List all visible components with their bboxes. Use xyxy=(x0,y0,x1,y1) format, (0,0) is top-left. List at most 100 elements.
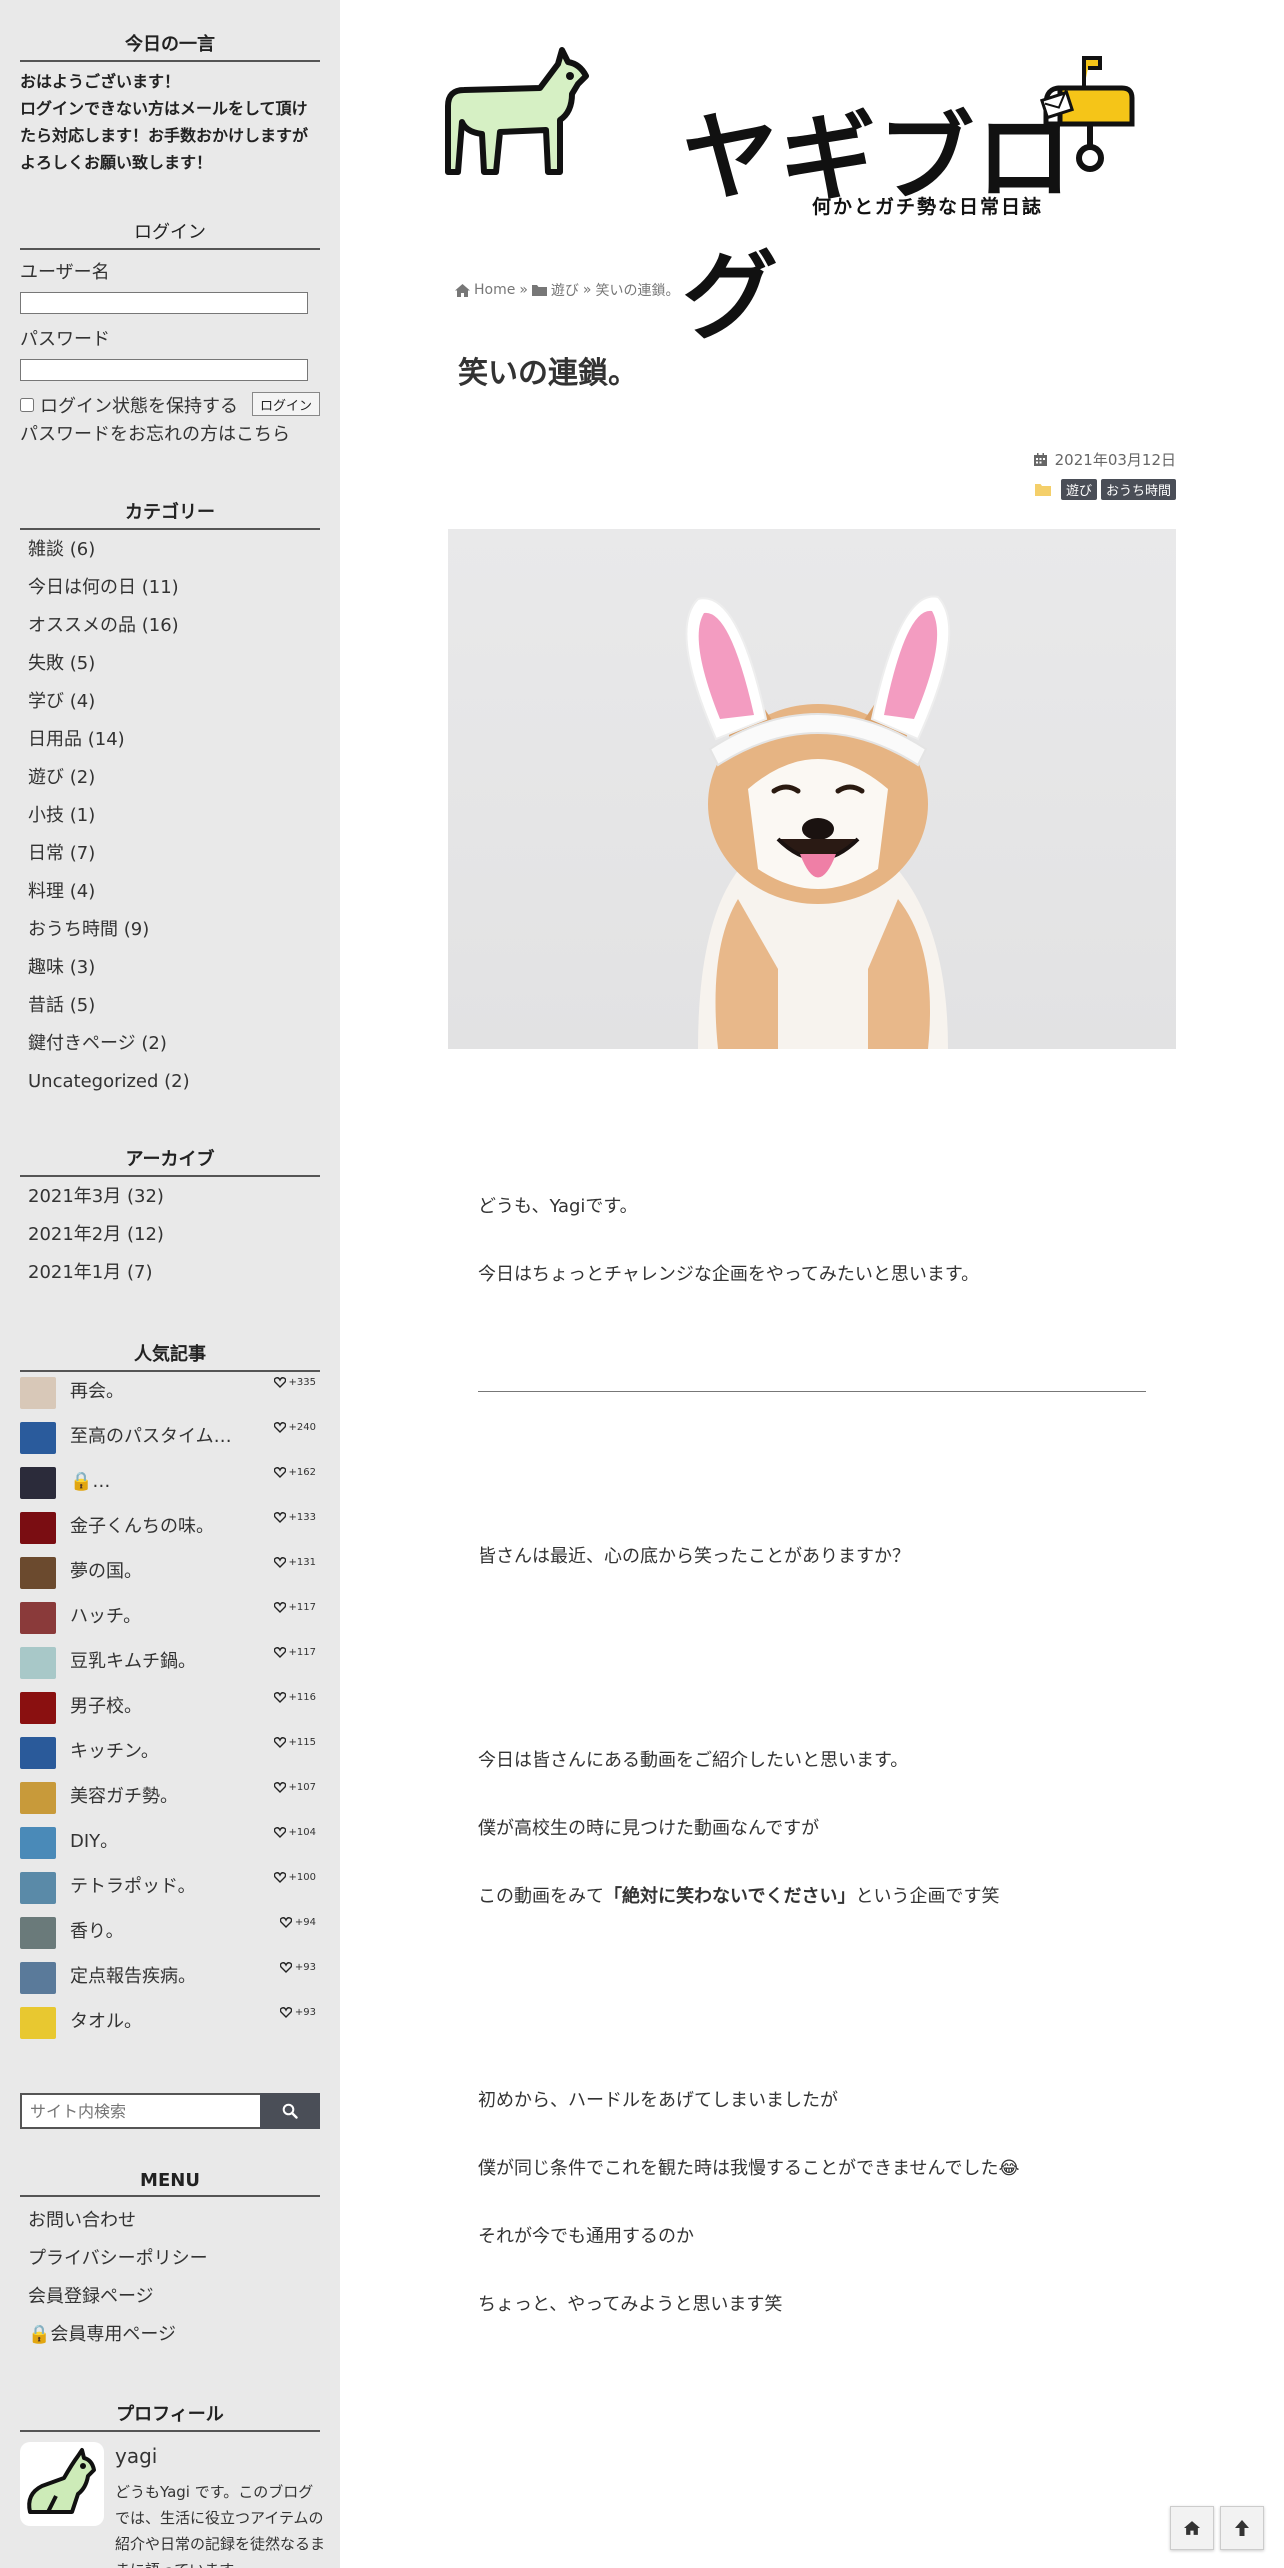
popular-thumbnail[interactable] xyxy=(20,1647,56,1679)
popular-title[interactable]: 金子くんちの味。 xyxy=(70,1512,250,1542)
password-input[interactable] xyxy=(20,359,308,381)
category-item[interactable]: 遊び (2) xyxy=(28,765,320,803)
scroll-top-button[interactable] xyxy=(1220,2506,1264,2550)
popular-item[interactable]: タオル。 +93 xyxy=(20,2007,320,2052)
popular-item[interactable]: テトラポッド。 +100 xyxy=(20,1872,320,1917)
popular-title[interactable]: テトラポッド。 xyxy=(70,1872,250,1902)
archive-item[interactable]: 2021年2月 (12) xyxy=(28,1222,320,1260)
menu-item-register[interactable]: 会員登録ページ xyxy=(28,2284,320,2322)
popular-item[interactable]: キッチン。 +115 xyxy=(20,1737,320,1782)
popular-thumbnail[interactable] xyxy=(20,1512,56,1544)
popular-thumbnail[interactable] xyxy=(20,1602,56,1634)
popular-item[interactable]: 至高のパスタイム… +240 xyxy=(20,1422,320,1467)
popular-title[interactable]: DIY。 xyxy=(70,1827,250,1857)
category-item[interactable]: 失敗 (5) xyxy=(28,651,320,689)
popular-title[interactable]: 香り。 xyxy=(70,1917,250,1947)
category-item[interactable]: 日常 (7) xyxy=(28,841,320,879)
popular-item[interactable]: 再会。 +335 xyxy=(20,1377,320,1422)
category-item[interactable]: Uncategorized (2) xyxy=(28,1069,320,1107)
post-tags: 遊び おうち時間 xyxy=(1034,479,1176,500)
greeting-line: ログインできない方はメールをして頂け xyxy=(20,99,308,118)
login-button[interactable]: ログイン xyxy=(252,392,320,416)
sidebar: 今日の一言 おはようございます！ ログインできない方はメールをして頂け たら対応… xyxy=(0,0,340,2568)
archive-item[interactable]: 2021年3月 (32) xyxy=(28,1184,320,1222)
category-item[interactable]: オススメの品 (16) xyxy=(28,613,320,651)
popular-item[interactable]: 豆乳キムチ鍋。 +117 xyxy=(20,1647,320,1692)
popular-title[interactable]: 豆乳キムチ鍋。 xyxy=(70,1647,250,1677)
category-item[interactable]: 日用品 (14) xyxy=(28,727,320,765)
category-item[interactable]: おうち時間 (9) xyxy=(28,917,320,955)
popular-title[interactable]: 美容ガチ勢。 xyxy=(70,1782,250,1812)
menu-widget-title: MENU xyxy=(20,2170,320,2197)
category-list: 雑談 (6) 今日は何の日 (11) オススメの品 (16) 失敗 (5) 学び… xyxy=(28,537,320,1107)
popular-title[interactable]: タオル。 xyxy=(70,2007,250,2037)
popular-thumbnail[interactable] xyxy=(20,1962,56,1994)
category-item[interactable]: 雑談 (6) xyxy=(28,537,320,575)
popular-title[interactable]: 定点報告疾病。 xyxy=(70,1962,250,1992)
category-item[interactable]: 学び (4) xyxy=(28,689,320,727)
folder-icon xyxy=(531,285,547,296)
category-item[interactable]: 今日は何の日 (11) xyxy=(28,575,320,613)
remember-me[interactable]: ログイン状態を保持する xyxy=(20,392,238,418)
breadcrumb-home[interactable]: Home xyxy=(474,282,515,298)
category-item[interactable]: 昔話 (5) xyxy=(28,993,320,1031)
post-tag[interactable]: おうち時間 xyxy=(1100,479,1176,500)
popular-list: 再会。 +335 至高のパスタイム… +240 🔒… +162 金子くんちの味。 +133 夢の… xyxy=(20,1377,320,2052)
search-input[interactable] xyxy=(20,2093,260,2129)
like-count-value: +131 xyxy=(288,1557,316,1568)
popular-title[interactable]: キッチン。 xyxy=(70,1737,250,1767)
remember-me-checkbox[interactable] xyxy=(20,398,34,412)
post-date: 2021年03月12日 xyxy=(1033,449,1176,470)
popular-title[interactable]: 至高のパスタイム… xyxy=(70,1422,250,1452)
popular-title[interactable]: ハッチ。 xyxy=(70,1602,250,1632)
popular-like-count: +107 xyxy=(273,1782,316,1793)
popular-title[interactable]: 🔒… xyxy=(70,1467,250,1497)
popular-thumbnail[interactable] xyxy=(20,1782,56,1814)
menu-item-members[interactable]: 🔒会員専用ページ xyxy=(28,2322,320,2360)
popular-title[interactable]: 夢の国。 xyxy=(70,1557,250,1587)
popular-item[interactable]: 金子くんちの味。 +133 xyxy=(20,1512,320,1557)
popular-thumbnail[interactable] xyxy=(20,1377,56,1409)
heart-icon xyxy=(273,1872,286,1883)
category-item[interactable]: 料理 (4) xyxy=(28,879,320,917)
popular-title[interactable]: 再会。 xyxy=(70,1377,250,1407)
popular-item[interactable]: 定点報告疾病。 +93 xyxy=(20,1962,320,2007)
category-item[interactable]: 趣味 (3) xyxy=(28,955,320,993)
popular-thumbnail[interactable] xyxy=(20,1467,56,1499)
greeting-line: よろしくお願い致します！ xyxy=(20,153,213,172)
post-hero-image xyxy=(448,529,1176,1049)
remember-me-label: ログイン状態を保持する xyxy=(40,396,238,417)
forgot-password-link[interactable]: パスワードをお忘れの方はこちら xyxy=(20,420,290,446)
popular-item[interactable]: 香り。 +94 xyxy=(20,1917,320,1962)
scroll-home-button[interactable] xyxy=(1170,2506,1214,2550)
menu-item-contact[interactable]: お問い合わせ xyxy=(28,2208,320,2246)
menu-item-privacy[interactable]: プライバシーポリシー xyxy=(28,2246,320,2284)
popular-thumbnail[interactable] xyxy=(20,1872,56,1904)
popular-item[interactable]: 夢の国。 +131 xyxy=(20,1557,320,1602)
popular-like-count: +94 xyxy=(279,1917,316,1928)
username-input[interactable] xyxy=(20,292,308,314)
popular-item[interactable]: DIY。 +104 xyxy=(20,1827,320,1872)
popular-item[interactable]: 美容ガチ勢。 +107 xyxy=(20,1782,320,1827)
popular-thumbnail[interactable] xyxy=(20,1737,56,1769)
popular-thumbnail[interactable] xyxy=(20,2007,56,2039)
search-button[interactable] xyxy=(260,2093,320,2129)
site-logo[interactable]: ヤギブログ 何かとガチ勢な日常日誌 xyxy=(440,40,1140,353)
popular-thumbnail[interactable] xyxy=(20,1917,56,1949)
category-item[interactable]: 鍵付きページ (2) xyxy=(28,1031,320,1069)
popular-thumbnail[interactable] xyxy=(20,1692,56,1724)
like-count-value: +100 xyxy=(288,1872,316,1883)
popular-item[interactable]: 男子校。 +116 xyxy=(20,1692,320,1737)
post-paragraph: どうも、Yagiです。 xyxy=(478,1196,638,1217)
post-tag[interactable]: 遊び xyxy=(1060,479,1097,500)
popular-item[interactable]: ハッチ。 +117 xyxy=(20,1602,320,1647)
popular-thumbnail[interactable] xyxy=(20,1557,56,1589)
archive-item[interactable]: 2021年1月 (7) xyxy=(28,1260,320,1298)
category-item[interactable]: 小技 (1) xyxy=(28,803,320,841)
popular-thumbnail[interactable] xyxy=(20,1422,56,1454)
popular-title[interactable]: 男子校。 xyxy=(70,1692,250,1722)
popular-like-count: +117 xyxy=(273,1647,316,1658)
popular-thumbnail[interactable] xyxy=(20,1827,56,1859)
popular-item[interactable]: 🔒… +162 xyxy=(20,1467,320,1512)
breadcrumb-category[interactable]: 遊び xyxy=(551,280,579,300)
